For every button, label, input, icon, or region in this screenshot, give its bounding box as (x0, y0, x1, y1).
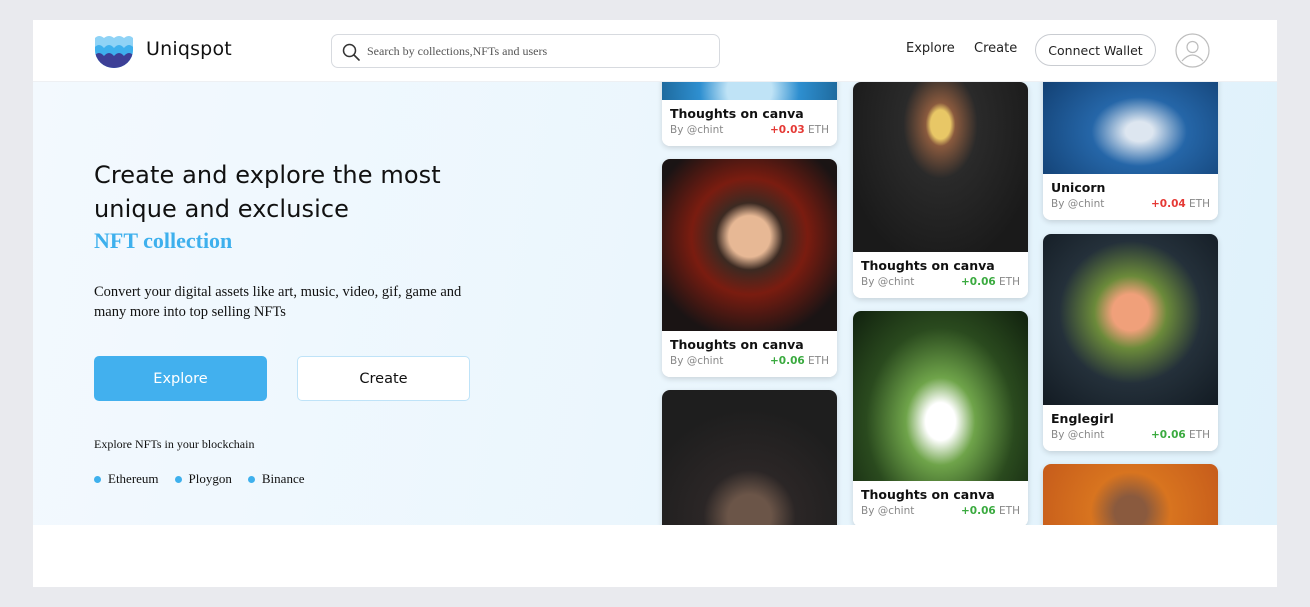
search-bar[interactable] (331, 34, 720, 68)
search-icon (342, 43, 360, 61)
nft-card[interactable]: Englegirl By @chint +0.06 ETH (1043, 234, 1218, 451)
headline-line-1: Create and explore the most (94, 161, 441, 189)
bullet-dot-icon (247, 475, 255, 483)
hero-headline-accent: NFT collection (94, 228, 233, 253)
price-value: +0.06 (1150, 429, 1186, 441)
nft-card[interactable]: Thoughts on canva By @chint +0.06 ETH (662, 159, 837, 377)
nft-author[interactable]: By @chint (861, 276, 914, 288)
nft-image (853, 82, 1028, 252)
nft-price: +0.06 ETH (961, 505, 1020, 517)
nft-price: +0.03 ETH (770, 124, 829, 136)
price-value: +0.06 (960, 276, 996, 288)
nft-image (1043, 234, 1218, 408)
price-value: +0.03 (769, 124, 805, 136)
nft-image (853, 311, 1028, 481)
hero-explore-button[interactable]: Explore (94, 356, 267, 401)
nft-image (1043, 464, 1218, 525)
nav-explore-link[interactable]: Explore (906, 41, 955, 56)
chain-binance[interactable]: Binance (247, 471, 305, 487)
nft-title: Thoughts on canva (670, 106, 804, 121)
hero-headline: Create and explore the most unique and e… (94, 158, 441, 226)
nav-create-link[interactable]: Create (974, 41, 1017, 56)
nft-card[interactable] (662, 390, 837, 525)
nft-author[interactable]: By @chint (861, 505, 914, 517)
nft-image (662, 390, 837, 525)
chain-label: Ploygon (188, 471, 232, 486)
nft-card[interactable] (1043, 464, 1218, 525)
blockchain-label: Explore NFTs in your blockchain (94, 437, 255, 451)
headline-line-2: unique and exclusice (94, 195, 350, 223)
price-unit: ETH (808, 124, 829, 136)
nft-author[interactable]: By @chint (670, 124, 723, 136)
nft-title: Thoughts on canva (861, 487, 995, 502)
nft-title: Englegirl (1051, 411, 1114, 426)
nft-card[interactable]: Unicorn By @chint +0.04 ETH (1043, 82, 1218, 220)
nft-card-info: Thoughts on canva By @chint +0.06 ETH (853, 481, 1028, 525)
page-bottom-blank (33, 525, 1277, 587)
nft-card-info: Thoughts on canva By @chint +0.06 ETH (853, 252, 1028, 298)
hero-description: Convert your digital assets like art, mu… (94, 284, 462, 320)
brand-name[interactable]: Uniqspot (146, 38, 232, 60)
top-navbar: Uniqspot Explore Create Connect Wallet (33, 20, 1277, 82)
nft-card[interactable]: Thoughts on canva By @chint +0.03 ETH (662, 82, 837, 146)
blockchain-list: Ethereum Ploygon Binance (94, 471, 304, 487)
chain-ethereum[interactable]: Ethereum (94, 471, 159, 487)
nft-title: Unicorn (1051, 180, 1106, 195)
user-avatar-icon[interactable] (1175, 33, 1210, 68)
nft-card-info: Unicorn By @chint +0.04 ETH (1043, 174, 1218, 220)
price-unit: ETH (999, 276, 1020, 288)
hero-create-button[interactable]: Create (297, 356, 470, 401)
nft-card-info: Thoughts on canva By @chint +0.06 ETH (662, 331, 837, 377)
nft-title: Thoughts on canva (861, 258, 995, 273)
chain-label: Binance (261, 471, 305, 486)
nft-card[interactable]: Thoughts on canva By @chint +0.06 ETH (853, 82, 1028, 298)
price-value: +0.06 (769, 355, 805, 367)
nft-author[interactable]: By @chint (1051, 429, 1104, 441)
hero-section: Create and explore the most unique and e… (33, 82, 1277, 525)
nft-image (662, 82, 837, 100)
nft-price: +0.06 ETH (770, 355, 829, 367)
chain-polygon[interactable]: Ploygon (174, 471, 232, 487)
nft-image (1043, 82, 1218, 178)
price-value: +0.06 (960, 505, 996, 517)
bullet-dot-icon (94, 475, 101, 483)
nft-title: Thoughts on canva (670, 337, 804, 352)
page-frame: Uniqspot Explore Create Connect Wallet C… (33, 20, 1277, 587)
nft-image (662, 159, 837, 331)
price-unit: ETH (999, 505, 1020, 517)
nft-price: +0.06 ETH (961, 276, 1020, 288)
nft-card[interactable]: Thoughts on canva By @chint +0.06 ETH (853, 311, 1028, 525)
price-unit: ETH (808, 355, 829, 367)
nft-card-info: Thoughts on canva By @chint +0.03 ETH (662, 100, 837, 146)
nft-author[interactable]: By @chint (1051, 198, 1104, 210)
price-unit: ETH (1189, 429, 1210, 441)
chain-label: Ethereum (108, 471, 159, 486)
connect-wallet-button[interactable]: Connect Wallet (1035, 34, 1156, 66)
nft-card-info: Englegirl By @chint +0.06 ETH (1043, 405, 1218, 451)
price-value: +0.04 (1150, 198, 1186, 210)
uniqspot-logo-icon[interactable] (94, 34, 134, 68)
bullet-dot-icon (174, 475, 182, 483)
search-input[interactable] (367, 41, 707, 61)
nft-price: +0.04 ETH (1151, 198, 1210, 210)
price-unit: ETH (1189, 198, 1210, 210)
nft-author[interactable]: By @chint (670, 355, 723, 367)
nft-price: +0.06 ETH (1151, 429, 1210, 441)
